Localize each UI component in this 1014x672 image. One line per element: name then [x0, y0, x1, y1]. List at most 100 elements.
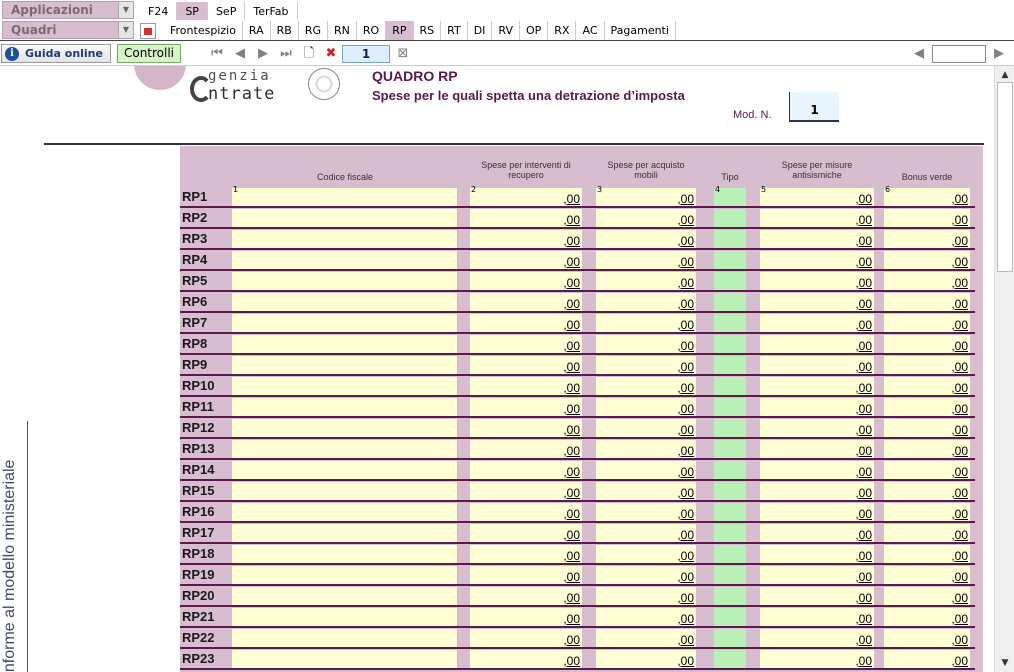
spese-mobili-field[interactable]: ,00: [596, 629, 696, 647]
spese-recupero-field[interactable]: ,00: [470, 251, 582, 269]
codice-fiscale-field[interactable]: [232, 230, 458, 248]
spese-antisismiche-field[interactable]: ,00: [760, 587, 874, 605]
prev-page-icon[interactable]: ◀: [231, 45, 249, 63]
controlli-button[interactable]: Controlli: [117, 44, 181, 63]
spese-mobili-field[interactable]: ,00: [596, 503, 696, 521]
spese-antisismiche-field[interactable]: ,00: [760, 545, 874, 563]
mod-number-field[interactable]: 1: [789, 92, 839, 122]
bonus-verde-field[interactable]: ,00: [884, 419, 970, 437]
bonus-verde-field[interactable]: ,00: [884, 356, 970, 374]
chevron-down-icon[interactable]: ▼: [118, 22, 133, 38]
tab-sep[interactable]: SeP: [208, 2, 246, 21]
codice-fiscale-field[interactable]: [232, 209, 458, 227]
codice-fiscale-field[interactable]: [232, 335, 458, 353]
page-number-field[interactable]: 1: [342, 45, 390, 63]
bonus-verde-field[interactable]: ,00: [884, 251, 970, 269]
codice-fiscale-field[interactable]: [232, 650, 458, 668]
tipo-field[interactable]: [714, 377, 746, 395]
codice-fiscale-field[interactable]: [232, 314, 458, 332]
quadro-tab-rv[interactable]: RV: [492, 21, 520, 40]
codice-fiscale-field[interactable]: [232, 545, 458, 563]
bonus-verde-field[interactable]: ,00: [884, 503, 970, 521]
codice-fiscale-field[interactable]: [232, 188, 458, 206]
codice-fiscale-field[interactable]: [232, 356, 458, 374]
tipo-field[interactable]: [714, 566, 746, 584]
tipo-field[interactable]: [714, 398, 746, 416]
codice-fiscale-field[interactable]: [232, 419, 458, 437]
codice-fiscale-field[interactable]: [232, 608, 458, 626]
spese-recupero-field[interactable]: ,00: [470, 230, 582, 248]
spese-mobili-field[interactable]: ,00: [596, 230, 696, 248]
tipo-field[interactable]: [714, 524, 746, 542]
tipo-field[interactable]: [714, 419, 746, 437]
spese-antisismiche-field[interactable]: ,00: [760, 461, 874, 479]
tipo-field[interactable]: [714, 503, 746, 521]
codice-fiscale-field[interactable]: [232, 272, 458, 290]
quadro-tab-pagamenti[interactable]: Pagamenti: [605, 21, 676, 40]
delete-page-icon[interactable]: ✖: [322, 45, 340, 63]
spese-recupero-field[interactable]: ,00: [470, 587, 582, 605]
bonus-verde-field[interactable]: ,00: [884, 461, 970, 479]
codice-fiscale-field[interactable]: [232, 377, 458, 395]
tipo-field[interactable]: [714, 482, 746, 500]
tipo-field[interactable]: [714, 650, 746, 668]
bonus-verde-field[interactable]: ,00: [884, 377, 970, 395]
spese-antisismiche-field[interactable]: ,00: [760, 314, 874, 332]
tipo-field[interactable]: [714, 545, 746, 563]
spese-recupero-field[interactable]: ,00: [470, 314, 582, 332]
last-page-icon[interactable]: ⏭: [277, 45, 295, 63]
spese-recupero-field[interactable]: ,00: [470, 335, 582, 353]
chevron-down-icon[interactable]: ▼: [118, 2, 133, 18]
spese-mobili-field[interactable]: ,00: [596, 251, 696, 269]
spese-antisismiche-field[interactable]: ,00: [760, 608, 874, 626]
bonus-verde-field[interactable]: ,00: [884, 398, 970, 416]
codice-fiscale-field[interactable]: [232, 482, 458, 500]
bonus-verde-field[interactable]: ,00: [884, 608, 970, 626]
codice-fiscale-field[interactable]: [232, 503, 458, 521]
spese-antisismiche-field[interactable]: ,00: [760, 503, 874, 521]
codice-fiscale-field[interactable]: [232, 587, 458, 605]
spese-recupero-field[interactable]: ,00: [470, 650, 582, 668]
tab-f24[interactable]: F24: [140, 2, 178, 21]
spese-antisismiche-field[interactable]: ,00: [760, 650, 874, 668]
tipo-field[interactable]: [714, 314, 746, 332]
scroll-up-icon[interactable]: ▲: [997, 68, 1013, 82]
guida-online-button[interactable]: i Guida online: [1, 44, 111, 63]
bonus-verde-field[interactable]: ,00: [884, 293, 970, 311]
quadro-tab-frontespizio[interactable]: Frontespizio: [164, 21, 243, 40]
quadro-tab-op[interactable]: OP: [520, 21, 549, 40]
zoom-field[interactable]: [932, 45, 986, 63]
applicazioni-select[interactable]: Applicazioni ▼: [2, 1, 134, 19]
tab-terfab[interactable]: TerFab: [245, 2, 298, 21]
bonus-verde-field[interactable]: ,00: [884, 335, 970, 353]
spese-antisismiche-field[interactable]: ,00: [760, 251, 874, 269]
spese-antisismiche-field[interactable]: ,00: [760, 440, 874, 458]
spese-mobili-field[interactable]: ,00: [596, 356, 696, 374]
codice-fiscale-field[interactable]: [232, 566, 458, 584]
scroll-right-icon[interactable]: ▶: [990, 45, 1008, 63]
spese-mobili-field[interactable]: ,00: [596, 608, 696, 626]
spese-mobili-field[interactable]: ,00: [596, 545, 696, 563]
spese-mobili-field[interactable]: ,00: [596, 335, 696, 353]
spese-mobili-field[interactable]: ,00: [596, 650, 696, 668]
quadri-select[interactable]: Quadri ▼: [2, 21, 134, 39]
codice-fiscale-field[interactable]: [232, 629, 458, 647]
bonus-verde-field[interactable]: ,00: [884, 230, 970, 248]
next-page-icon[interactable]: ▶: [254, 45, 272, 63]
tab-sp[interactable]: SP: [177, 2, 208, 21]
quadro-tab-ac[interactable]: AC: [576, 21, 605, 40]
spese-antisismiche-field[interactable]: ,00: [760, 482, 874, 500]
tipo-field[interactable]: [714, 608, 746, 626]
spese-mobili-field[interactable]: ,00: [596, 482, 696, 500]
quadro-tab-rx[interactable]: RX: [548, 21, 577, 40]
bonus-verde-field[interactable]: ,00: [884, 629, 970, 647]
quadro-tab-rb[interactable]: RB: [271, 21, 299, 40]
spese-mobili-field[interactable]: ,00: [596, 209, 696, 227]
bonus-verde-field[interactable]: ,00: [884, 566, 970, 584]
spese-antisismiche-field[interactable]: ,00: [760, 293, 874, 311]
codice-fiscale-field[interactable]: [232, 461, 458, 479]
tipo-field[interactable]: [714, 230, 746, 248]
spese-mobili-field[interactable]: ,00: [596, 377, 696, 395]
bonus-verde-field[interactable]: ,00: [884, 314, 970, 332]
remove-page-icon[interactable]: ⊠: [394, 45, 412, 63]
